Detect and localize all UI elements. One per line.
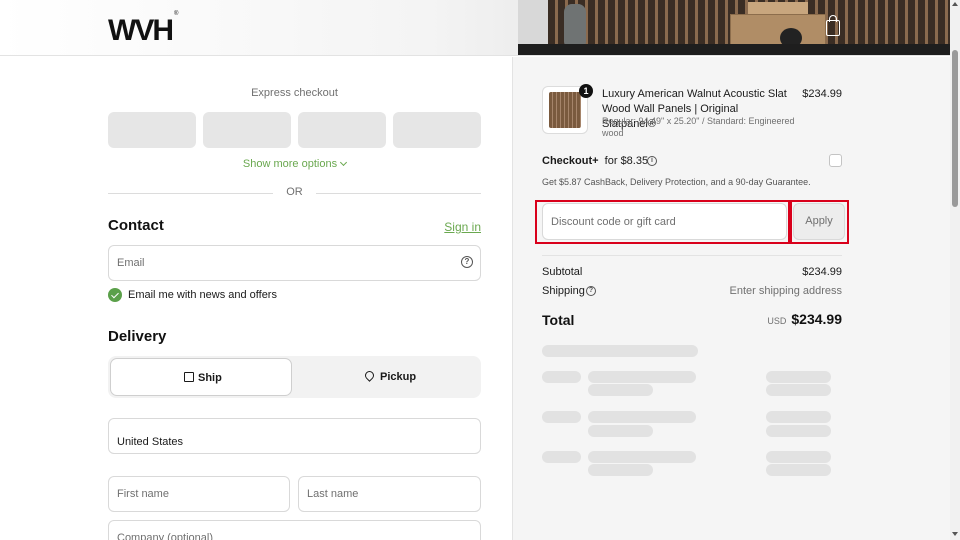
info-icon[interactable]: i xyxy=(647,156,657,166)
total-label: Total xyxy=(542,312,575,328)
express-pay-button-3[interactable] xyxy=(298,112,386,148)
checkout-plus-title: Checkout+ for $8.35 xyxy=(542,155,648,167)
hero-shelf xyxy=(518,44,950,55)
skeleton-bar xyxy=(766,411,831,423)
hero-box xyxy=(730,14,826,46)
help-icon[interactable]: ? xyxy=(586,286,596,296)
skeleton-bar xyxy=(588,451,696,463)
pickup-option[interactable]: Pickup xyxy=(363,369,417,383)
skeleton-bar xyxy=(588,464,653,476)
express-pay-button-1[interactable] xyxy=(108,112,196,148)
skeleton-bar xyxy=(766,384,831,396)
quantity-badge: 1 xyxy=(579,84,593,98)
company-field[interactable]: Company (optional) xyxy=(108,520,481,540)
discount-placeholder: Discount code or gift card xyxy=(551,216,676,228)
skeleton-bar xyxy=(766,425,831,437)
total-value: $234.99 xyxy=(791,311,842,327)
location-pin-icon xyxy=(363,369,376,382)
skeleton-bar xyxy=(766,451,831,463)
delivery-method-toggle: Ship Pickup xyxy=(108,356,481,398)
shipping-label-row: Shipping ? xyxy=(542,285,596,297)
skeleton-bar xyxy=(542,411,581,423)
show-more-label: Show more options xyxy=(242,158,338,170)
company-placeholder: Company (optional) xyxy=(117,532,213,540)
skeleton-bar xyxy=(542,451,581,463)
skeleton-bar xyxy=(588,411,696,423)
hero-vase xyxy=(564,4,586,46)
ship-option[interactable]: Ship xyxy=(110,358,292,396)
chevron-down-icon xyxy=(340,158,348,167)
logo-text: WVH xyxy=(108,14,174,47)
checkout-plus-description: Get $5.87 CashBack, Delivery Protection,… xyxy=(542,177,811,187)
ship-label: Ship xyxy=(198,372,222,384)
sign-in-link[interactable]: Sign in xyxy=(430,220,481,234)
scrollbar[interactable] xyxy=(950,0,960,540)
or-divider: OR xyxy=(108,186,481,200)
scroll-up-arrow-icon[interactable] xyxy=(952,2,958,6)
logo[interactable]: WVH ® xyxy=(108,11,179,48)
skeleton-bar xyxy=(588,384,653,396)
product-price: $234.99 xyxy=(802,88,842,100)
last-name-field[interactable]: Last name xyxy=(298,476,481,512)
logo-mark: ® xyxy=(174,11,179,17)
checkout-plus-checkbox[interactable] xyxy=(829,154,842,167)
email-placeholder: Email xyxy=(117,257,145,269)
news-checkbox-label[interactable]: Email me with news and offers xyxy=(128,289,277,301)
first-name-field[interactable]: First name xyxy=(108,476,290,512)
express-pay-button-2[interactable] xyxy=(203,112,291,148)
shipping-label: Shipping xyxy=(542,285,585,297)
total-value-row: USD $234.99 xyxy=(700,311,842,327)
box-icon xyxy=(184,372,194,382)
shipping-value: Enter shipping address xyxy=(729,285,842,297)
subtotal-label: Subtotal xyxy=(542,266,583,278)
pickup-label: Pickup xyxy=(380,371,417,383)
skeleton-bar xyxy=(766,371,831,383)
discount-code-input[interactable]: Discount code or gift card xyxy=(542,203,787,240)
country-select[interactable]: United States xyxy=(108,418,481,454)
email-field[interactable]: Email ? xyxy=(108,245,481,281)
subtotal-value: $234.99 xyxy=(802,266,842,278)
skeleton-bar xyxy=(542,345,698,357)
country-value: United States xyxy=(117,436,184,448)
skeleton-bar xyxy=(766,464,831,476)
help-icon[interactable]: ? xyxy=(461,256,473,268)
scrollbar-thumb[interactable] xyxy=(952,50,958,207)
scroll-down-arrow-icon[interactable] xyxy=(952,532,958,536)
express-pay-button-4[interactable] xyxy=(393,112,481,148)
show-more-options-link[interactable]: Show more options xyxy=(108,158,481,170)
summary-divider xyxy=(542,255,842,256)
product-variant: Regular: 94.49" x 25.20" / Standard: Eng… xyxy=(602,116,795,138)
checkout-plus-price: for $8.35 xyxy=(604,155,649,167)
last-name-placeholder: Last name xyxy=(307,488,359,500)
contact-title: Contact xyxy=(108,217,164,234)
news-checkbox[interactable] xyxy=(108,288,122,302)
total-currency: USD xyxy=(767,316,787,326)
divider-line-right xyxy=(316,193,481,194)
shopping-bag-icon[interactable] xyxy=(826,15,840,36)
skeleton-bar xyxy=(542,371,581,383)
delivery-title: Delivery xyxy=(108,328,167,345)
first-name-placeholder: First name xyxy=(117,488,169,500)
apply-button[interactable]: Apply xyxy=(793,203,845,240)
ship-option-content: Ship xyxy=(184,372,222,384)
express-checkout-label: Express checkout xyxy=(251,87,338,99)
or-text: OR xyxy=(286,186,303,198)
skeleton-bar xyxy=(588,425,653,437)
skeleton-bar xyxy=(588,371,696,383)
product-image xyxy=(549,92,581,128)
hero-image xyxy=(518,0,950,55)
checkout-plus-name: Checkout+ xyxy=(542,155,599,167)
